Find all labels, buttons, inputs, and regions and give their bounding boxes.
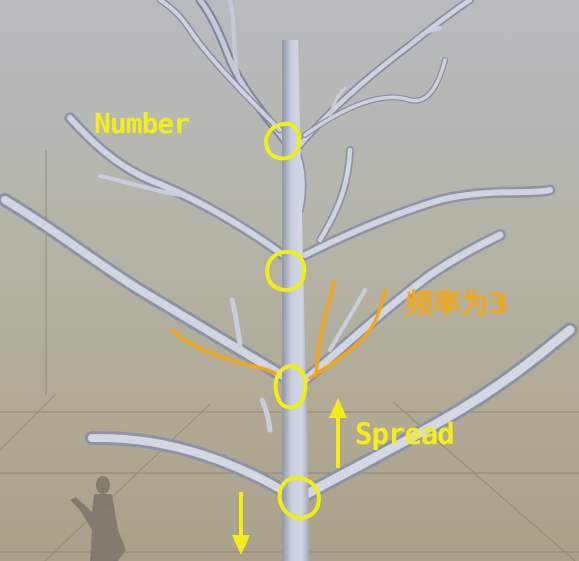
number-annotation-label: Number xyxy=(94,107,190,140)
frequency-annotation-label: 频率为3 xyxy=(405,287,509,320)
scene-canvas[interactable] xyxy=(0,0,579,561)
scene-viewport[interactable]: Number 频率为3 Spread xyxy=(0,0,579,561)
spread-annotation-label: Spread xyxy=(355,417,455,451)
